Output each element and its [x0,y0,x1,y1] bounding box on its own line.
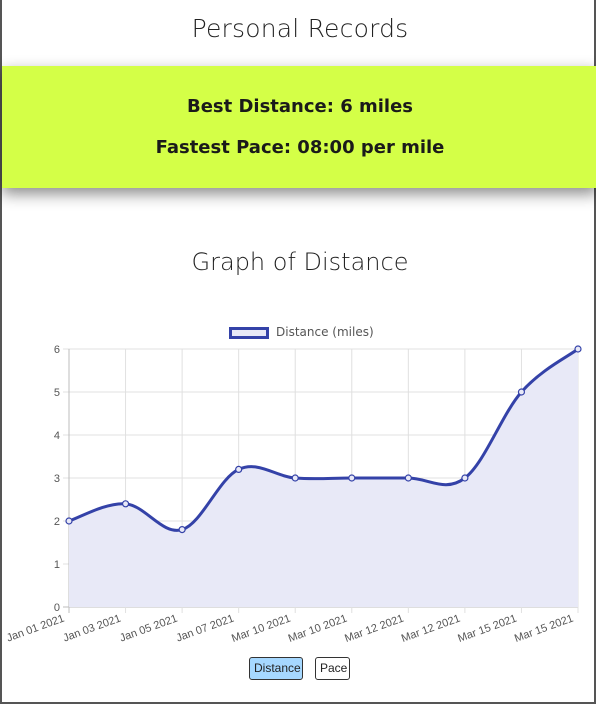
y-tick-label: 5 [54,387,60,399]
graph-title: Graph of Distance [191,248,409,276]
data-point [574,345,582,353]
data-point [404,474,412,482]
y-tick-label: 4 [54,430,60,442]
data-point [65,517,73,525]
personal-records-panel: Best Distance: 6 miles Fastest Pace: 08:… [2,66,596,188]
x-tick-label: Jan 05 2021 [118,613,179,645]
x-tick-label: Mar 12 2021 [343,613,405,645]
data-point [121,500,130,508]
data-point [235,465,243,473]
y-tick-label: 2 [54,516,60,528]
data-point [348,474,356,482]
fastest-pace-text: Fastest Pace: 08:00 per mile [155,137,445,158]
pace-button[interactable]: Pace [315,657,350,680]
distance-button[interactable]: Distance [249,657,303,680]
x-tick-label: Mar 12 2021 [400,613,462,645]
legend-swatch[interactable] [229,327,269,339]
data-point [461,474,469,482]
x-tick-label: Jan 01 2021 [5,613,66,645]
distance-chart: 0 1 2 3 4 5 6 Jan 01 2021Jan 03 2021Jan 05 2021… [5,344,582,645]
y-tick-label: 1 [54,559,60,571]
best-distance-text: Best Distance: 6 miles [186,96,414,117]
y-tick-label: 0 [54,602,60,614]
x-tick-label: Mar 15 2021 [456,613,518,645]
data-point [178,526,186,534]
x-tick-label: Mar 15 2021 [513,613,575,645]
x-tick-label: Jan 07 2021 [175,613,236,645]
x-tick-label: Jan 03 2021 [62,613,123,645]
x-tick-label: Mar 10 2021 [230,613,292,645]
y-tick-label: 3 [54,473,60,485]
app-frame: Personal Records Best Distance: 6 miles … [0,0,596,704]
page-title: Personal Records [191,14,409,43]
data-point [517,388,526,396]
legend-label[interactable]: Distance (miles) [276,325,374,339]
data-point [291,474,299,482]
x-tick-label: Mar 10 2021 [287,613,349,645]
y-tick-label: 6 [54,344,60,356]
